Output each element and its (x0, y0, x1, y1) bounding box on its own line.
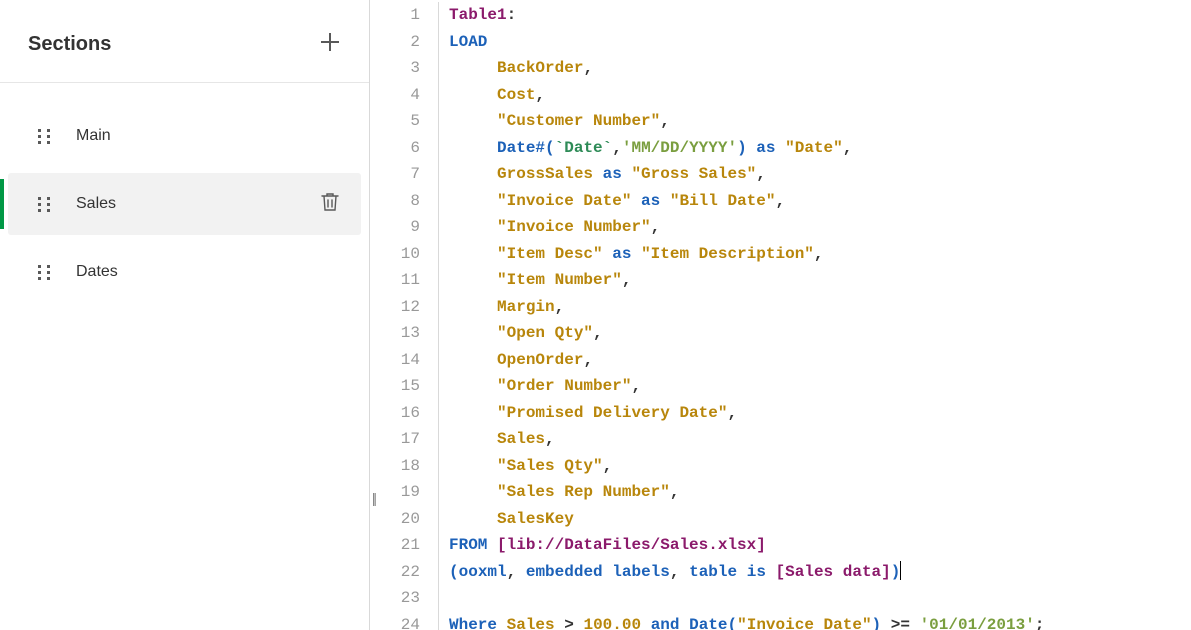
line-number: 22 (370, 559, 420, 586)
code-line[interactable]: LOAD (449, 29, 1191, 56)
line-number: 3 (370, 55, 420, 82)
section-item-sales[interactable]: Sales (8, 173, 361, 235)
line-number: 19 (370, 479, 420, 506)
code-area[interactable]: Table1:LOAD BackOrder, Cost, "Customer N… (438, 2, 1191, 630)
sections-sidebar: Sections MainSalesDates || (0, 0, 370, 630)
code-line[interactable]: "Order Number", (449, 373, 1191, 400)
line-number: 16 (370, 400, 420, 427)
code-line[interactable]: "Sales Qty", (449, 453, 1191, 480)
code-line[interactable]: (ooxml, embedded labels, table is [Sales… (449, 559, 1191, 586)
line-number: 18 (370, 453, 420, 480)
code-line[interactable]: "Customer Number", (449, 108, 1191, 135)
text-cursor (900, 561, 901, 580)
code-line[interactable]: "Invoice Number", (449, 214, 1191, 241)
section-item-main[interactable]: Main (8, 105, 361, 167)
sidebar-title: Sections (28, 33, 111, 56)
line-number: 13 (370, 320, 420, 347)
script-editor[interactable]: 123456789101112131415161718192021222324 … (370, 0, 1191, 630)
line-number: 24 (370, 612, 420, 630)
code-line[interactable]: Date#(`Date`,'MM/DD/YYYY') as "Date", (449, 135, 1191, 162)
code-line[interactable]: Table1: (449, 2, 1191, 29)
code-line[interactable]: Sales, (449, 426, 1191, 453)
sections-list: Main Sales Dates (0, 83, 369, 303)
code-line[interactable]: "Invoice Date" as "Bill Date", (449, 188, 1191, 215)
code-line[interactable]: SalesKey (449, 506, 1191, 533)
line-number: 23 (370, 585, 420, 612)
line-number: 7 (370, 161, 420, 188)
line-number: 17 (370, 426, 420, 453)
line-number: 15 (370, 373, 420, 400)
section-label: Dates (76, 263, 339, 281)
line-number: 21 (370, 532, 420, 559)
code-line[interactable]: GrossSales as "Gross Sales", (449, 161, 1191, 188)
line-number: 14 (370, 347, 420, 374)
code-line[interactable]: Cost, (449, 82, 1191, 109)
section-item-dates[interactable]: Dates (8, 241, 361, 303)
section-label: Main (76, 127, 339, 145)
line-number: 20 (370, 506, 420, 533)
line-number: 10 (370, 241, 420, 268)
line-number: 2 (370, 29, 420, 56)
panel-resize-handle[interactable]: || (372, 490, 375, 506)
section-label: Sales (76, 195, 321, 213)
code-line[interactable]: "Item Desc" as "Item Description", (449, 241, 1191, 268)
line-number: 11 (370, 267, 420, 294)
line-number-gutter: 123456789101112131415161718192021222324 (370, 2, 438, 630)
drag-handle-icon[interactable] (38, 197, 52, 212)
code-line[interactable]: "Item Number", (449, 267, 1191, 294)
line-number: 1 (370, 2, 420, 29)
code-line[interactable]: "Sales Rep Number", (449, 479, 1191, 506)
add-section-button[interactable] (319, 30, 341, 58)
code-line[interactable]: BackOrder, (449, 55, 1191, 82)
code-line[interactable]: Where Sales > 100.00 and Date("Invoice D… (449, 612, 1191, 630)
sidebar-header: Sections (0, 0, 369, 83)
line-number: 12 (370, 294, 420, 321)
delete-section-button[interactable] (321, 192, 339, 217)
line-number: 6 (370, 135, 420, 162)
code-line[interactable]: FROM [lib://DataFiles/Sales.xlsx] (449, 532, 1191, 559)
trash-icon (321, 192, 339, 212)
drag-handle-icon[interactable] (38, 129, 52, 144)
line-number: 8 (370, 188, 420, 215)
line-number: 9 (370, 214, 420, 241)
line-number: 5 (370, 108, 420, 135)
code-line[interactable]: "Open Qty", (449, 320, 1191, 347)
code-line[interactable] (449, 585, 1191, 612)
code-line[interactable]: OpenOrder, (449, 347, 1191, 374)
code-line[interactable]: Margin, (449, 294, 1191, 321)
line-number: 4 (370, 82, 420, 109)
plus-icon (319, 31, 341, 53)
drag-handle-icon[interactable] (38, 265, 52, 280)
code-line[interactable]: "Promised Delivery Date", (449, 400, 1191, 427)
